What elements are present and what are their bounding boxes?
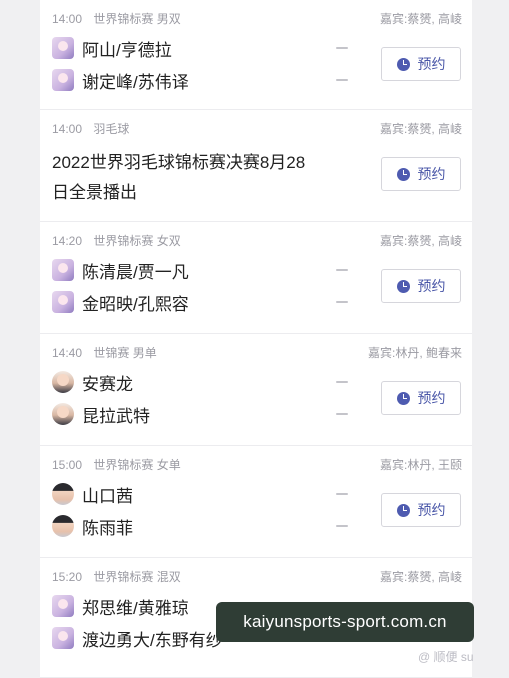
match-card: 14:20 世界锦标赛 女双 嘉宾:蔡赟, 高崚 陈清晨/贾一凡 金昭映/孔熙容… xyxy=(40,222,472,334)
match-time: 14:00 xyxy=(52,12,83,26)
avatar xyxy=(52,37,74,59)
player-row: 阿山/亨德拉 xyxy=(52,34,172,62)
match-guests: 嘉宾:蔡赟, 高崚 xyxy=(379,122,462,136)
match-category: 世界锦标赛 女单 xyxy=(93,458,181,472)
match-list: 14:00 世界锦标赛 男双 嘉宾:蔡赟, 高崚 阿山/亨德拉 谢定峰/苏伟译 … xyxy=(40,0,472,678)
match-meta: 15:20 世界锦标赛 混双 嘉宾:蔡赟, 高崚 xyxy=(52,568,462,584)
avatar xyxy=(52,483,74,505)
score-placeholder xyxy=(336,525,348,527)
score-placeholder xyxy=(336,47,348,49)
event-title: 2022世界羽毛球锦标赛决赛8月28 日全景播出 xyxy=(52,148,322,208)
reserve-button-label: 预约 xyxy=(417,502,446,518)
event-title-line: 日全景播出 xyxy=(52,183,137,202)
avatar xyxy=(52,403,74,425)
match-time: 15:20 xyxy=(52,570,83,584)
player-name: 山口茜 xyxy=(82,486,133,506)
match-meta: 15:00 世界锦标赛 女单 嘉宾:林丹, 王颐 xyxy=(52,456,462,472)
player-row: 郑思维/黄雅琼 xyxy=(52,592,189,620)
player-name: 郑思维/黄雅琼 xyxy=(82,598,189,618)
credit-watermark: @ 顺便 su xyxy=(418,650,474,664)
match-card: 15:00 世界锦标赛 女单 嘉宾:林丹, 王颐 山口茜 陈雨菲 预约 xyxy=(40,446,472,558)
player-row: 渡边勇大/东野有纱 xyxy=(52,624,223,652)
reserve-button-label: 预约 xyxy=(417,278,446,294)
avatar xyxy=(52,371,74,393)
player-name: 阿山/亨德拉 xyxy=(82,40,172,60)
reserve-button-label: 预约 xyxy=(417,166,446,182)
clock-icon xyxy=(396,57,410,71)
reserve-button[interactable]: 预约 xyxy=(381,269,461,303)
match-card: 14:00 世界锦标赛 男双 嘉宾:蔡赟, 高崚 阿山/亨德拉 谢定峰/苏伟译 … xyxy=(40,0,472,110)
clock-icon xyxy=(396,503,410,517)
event-title-line: 2022世界羽毛球锦标赛决赛8月28 xyxy=(52,153,306,172)
player-row: 山口茜 xyxy=(52,480,133,508)
match-category: 世锦赛 男单 xyxy=(93,346,157,360)
match-meta: 14:00 世界锦标赛 男双 嘉宾:蔡赟, 高崚 xyxy=(52,10,462,26)
player-name: 昆拉武特 xyxy=(82,406,150,426)
player-row: 陈清晨/贾一凡 xyxy=(52,256,189,284)
avatar xyxy=(52,291,74,313)
match-time: 14:00 xyxy=(52,122,83,136)
player-name: 陈清晨/贾一凡 xyxy=(82,262,189,282)
match-category: 羽毛球 xyxy=(93,122,130,136)
player-row: 陈雨菲 xyxy=(52,512,133,540)
match-meta: 14:20 世界锦标赛 女双 嘉宾:蔡赟, 高崚 xyxy=(52,232,462,248)
match-guests: 嘉宾:蔡赟, 高崚 xyxy=(379,12,462,26)
score-placeholder xyxy=(336,269,348,271)
player-name: 谢定峰/苏伟译 xyxy=(82,72,189,92)
avatar xyxy=(52,595,74,617)
player-row: 谢定峰/苏伟译 xyxy=(52,66,189,94)
reserve-button-label: 预约 xyxy=(417,56,446,72)
avatar xyxy=(52,69,74,91)
score-placeholder xyxy=(336,79,348,81)
avatar xyxy=(52,515,74,537)
player-name: 陈雨菲 xyxy=(82,518,133,538)
match-category: 世界锦标赛 男双 xyxy=(93,12,181,26)
clock-icon xyxy=(396,391,410,405)
avatar xyxy=(52,259,74,281)
clock-icon xyxy=(396,279,410,293)
clock-icon xyxy=(396,167,410,181)
match-time: 15:00 xyxy=(52,458,83,472)
match-card: 14:00 羽毛球 嘉宾:蔡赟, 高崚 2022世界羽毛球锦标赛决赛8月28 日… xyxy=(40,110,472,222)
score-placeholder xyxy=(336,413,348,415)
player-row: 安赛龙 xyxy=(52,368,133,396)
match-card: 14:40 世锦赛 男单 嘉宾:林丹, 鲍春来 安赛龙 昆拉武特 预约 xyxy=(40,334,472,446)
match-category: 世界锦标赛 女双 xyxy=(93,234,181,248)
player-row: 金昭映/孔熙容 xyxy=(52,288,189,316)
player-name: 渡边勇大/东野有纱 xyxy=(82,630,223,650)
match-meta: 14:40 世锦赛 男单 嘉宾:林丹, 鲍春来 xyxy=(52,344,462,360)
match-time: 14:40 xyxy=(52,346,83,360)
player-name: 金昭映/孔熙容 xyxy=(82,294,189,314)
match-guests: 嘉宾:蔡赟, 高崚 xyxy=(379,570,462,584)
match-guests: 嘉宾:蔡赟, 高崚 xyxy=(379,234,462,248)
reserve-button[interactable]: 预约 xyxy=(381,381,461,415)
score-placeholder xyxy=(336,301,348,303)
reserve-button-label: 预约 xyxy=(417,390,446,406)
match-guests: 嘉宾:林丹, 王颐 xyxy=(379,458,462,472)
match-category: 世界锦标赛 混双 xyxy=(93,570,181,584)
site-watermark: kaiyunsports-sport.com.cn xyxy=(216,602,474,642)
reserve-button[interactable]: 预约 xyxy=(381,493,461,527)
match-time: 14:20 xyxy=(52,234,83,248)
match-meta: 14:00 羽毛球 嘉宾:蔡赟, 高崚 xyxy=(52,120,462,136)
player-row: 昆拉武特 xyxy=(52,400,150,428)
score-placeholder xyxy=(336,493,348,495)
match-guests: 嘉宾:林丹, 鲍春来 xyxy=(367,346,462,360)
player-name: 安赛龙 xyxy=(82,374,133,394)
score-placeholder xyxy=(336,381,348,383)
reserve-button[interactable]: 预约 xyxy=(381,157,461,191)
reserve-button[interactable]: 预约 xyxy=(381,47,461,81)
avatar xyxy=(52,627,74,649)
